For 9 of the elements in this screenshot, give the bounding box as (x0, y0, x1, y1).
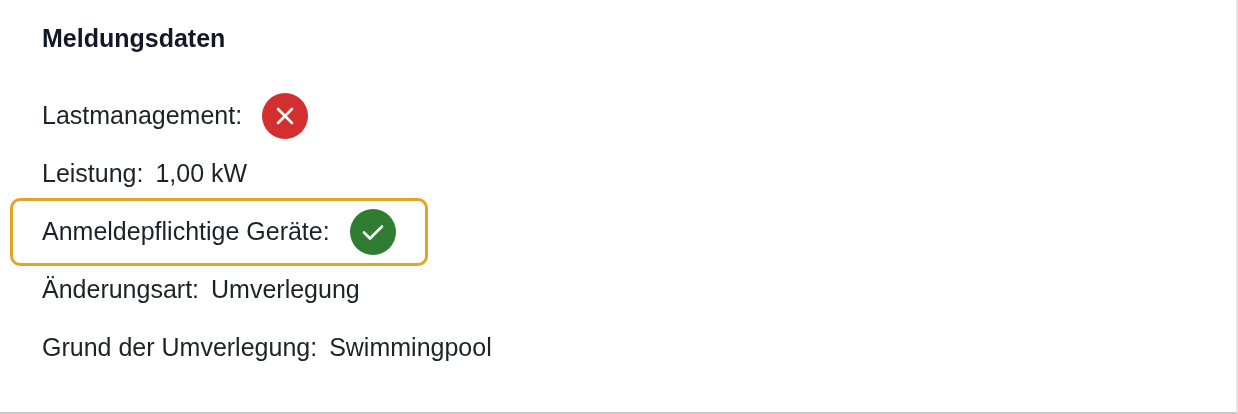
section-title: Meldungsdaten (42, 23, 227, 54)
field-value: Swimmingpool (329, 332, 492, 364)
field-label: Leistung: (42, 158, 144, 190)
field-label: Anmeldepflichtige Geräte: (42, 216, 330, 248)
field-value: 1,00 kW (155, 158, 248, 190)
field-label: Grund der Umverlegung: (42, 332, 318, 364)
field-label: Lastmanagement: (42, 100, 243, 132)
field-value: Umverlegung (211, 274, 360, 306)
field-label: Änderungsart: (42, 274, 200, 306)
